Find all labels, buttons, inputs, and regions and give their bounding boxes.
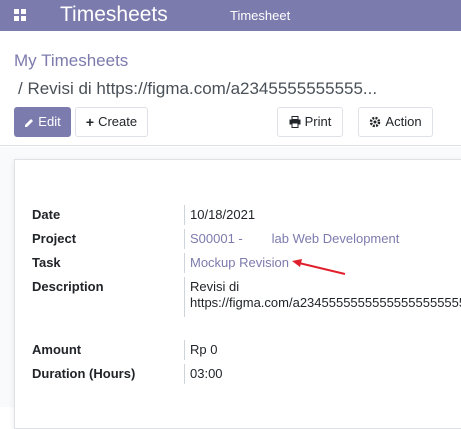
field-divider xyxy=(184,205,185,225)
top-navbar: Timesheets Timesheet xyxy=(0,0,461,31)
gear-icon xyxy=(369,108,381,138)
create-button-label: Create xyxy=(98,114,138,129)
print-button-label: Print xyxy=(304,114,332,129)
field-divider xyxy=(184,229,185,249)
control-panel: My Timesheets / Revisi di https://figma.… xyxy=(0,31,461,146)
apps-grid-icon[interactable] xyxy=(14,9,26,21)
description-label: Description xyxy=(32,279,104,294)
duration-value[interactable]: 03:00 xyxy=(190,366,223,382)
printer-icon xyxy=(289,108,301,138)
description-value[interactable]: Revisi di https://figma.com/a23455555555… xyxy=(190,279,461,311)
date-value[interactable]: 10/18/2021 xyxy=(190,207,255,223)
breadcrumb-current-record: / Revisi di https://figma.com/a234555555… xyxy=(18,79,378,98)
create-button[interactable]: + Create xyxy=(75,107,148,137)
field-divider xyxy=(184,253,185,273)
action-button[interactable]: Action xyxy=(358,107,433,137)
annotation-arrow-icon xyxy=(292,259,346,275)
edit-button-label: Edit xyxy=(38,114,61,129)
breadcrumb-my-timesheets[interactable]: My Timesheets xyxy=(14,51,128,71)
print-button[interactable]: Print xyxy=(277,107,343,137)
form-sheet: Date 10/18/2021 Project S00001 - lab Web… xyxy=(14,159,461,429)
duration-label: Duration (Hours) xyxy=(32,366,136,381)
action-button-label: Action xyxy=(385,114,422,129)
project-link[interactable]: S00001 - lab Web Development xyxy=(190,231,399,247)
plus-icon: + xyxy=(85,114,95,130)
amount-value[interactable]: Rp 0 xyxy=(190,342,217,358)
field-divider xyxy=(184,277,185,317)
description-line: https://figma.com/a234555555555555555555… xyxy=(190,295,461,310)
edit-button[interactable]: Edit xyxy=(14,107,71,137)
description-line: Revisi di xyxy=(190,279,240,294)
project-label: Project xyxy=(32,231,77,246)
pencil-icon xyxy=(24,108,34,138)
amount-label: Amount xyxy=(32,342,82,357)
date-label: Date xyxy=(32,207,61,222)
app-title: Timesheets xyxy=(60,3,168,26)
field-divider xyxy=(184,364,185,384)
field-divider xyxy=(184,340,185,360)
form-view: Date 10/18/2021 Project S00001 - lab Web… xyxy=(0,147,461,429)
task-link[interactable]: Mockup Revision xyxy=(190,255,289,271)
task-label: Task xyxy=(32,255,61,270)
menu-item-timesheet[interactable]: Timesheet xyxy=(230,8,290,24)
